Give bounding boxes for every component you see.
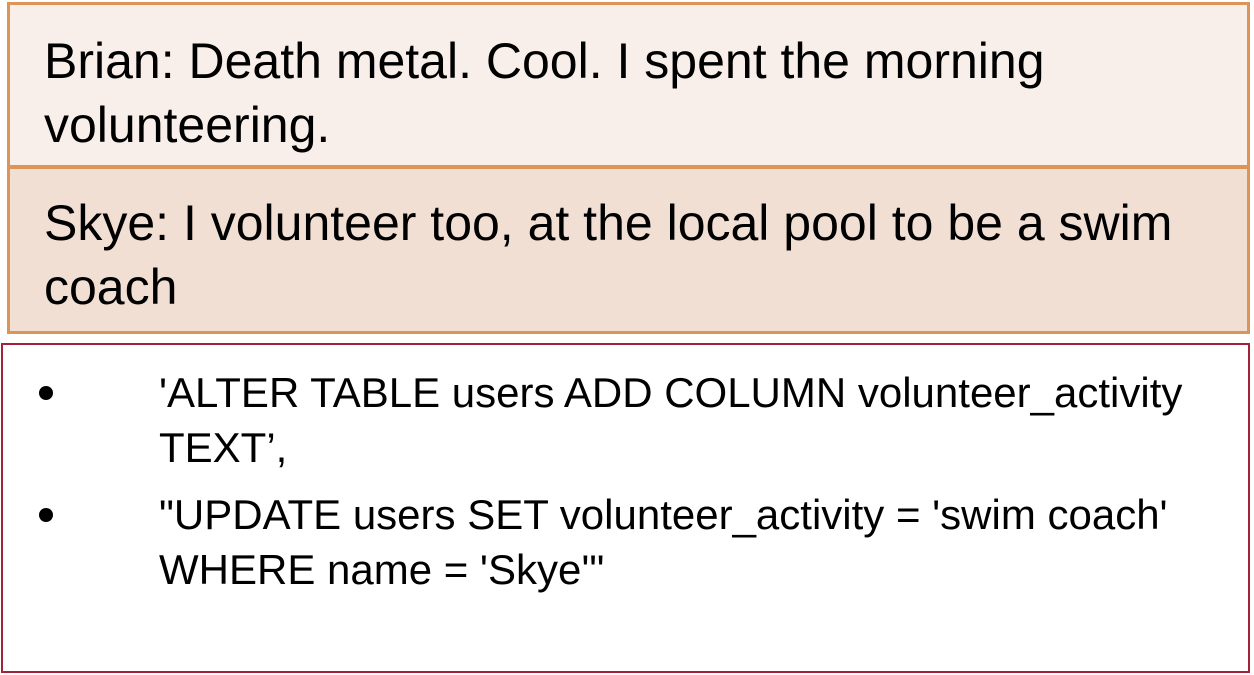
dialogue-line-skye: Skye: I volunteer too, at the local pool… bbox=[7, 166, 1250, 334]
page: Brian: Death metal. Cool. I spent the mo… bbox=[0, 0, 1254, 675]
bullet-icon bbox=[39, 386, 53, 400]
sql-statement-text: 'ALTER TABLE users ADD COLUMN volunteer_… bbox=[159, 369, 1183, 471]
dialogue-text-brian: Brian: Death metal. Cool. I spent the mo… bbox=[44, 33, 1045, 153]
bullet-icon bbox=[39, 508, 53, 522]
dialogue-line-brian: Brian: Death metal. Cool. I spent the mo… bbox=[7, 2, 1250, 168]
sql-statements-panel: 'ALTER TABLE users ADD COLUMN volunteer_… bbox=[1, 343, 1250, 673]
dialogue-text-skye: Skye: I volunteer too, at the local pool… bbox=[44, 195, 1173, 315]
sql-statement-list: 'ALTER TABLE users ADD COLUMN volunteer_… bbox=[3, 365, 1248, 609]
sql-statement-update: "UPDATE users SET volunteer_activity = '… bbox=[3, 487, 1248, 597]
sql-statement-alter: 'ALTER TABLE users ADD COLUMN volunteer_… bbox=[3, 365, 1248, 475]
sql-statement-text: "UPDATE users SET volunteer_activity = '… bbox=[159, 491, 1168, 593]
